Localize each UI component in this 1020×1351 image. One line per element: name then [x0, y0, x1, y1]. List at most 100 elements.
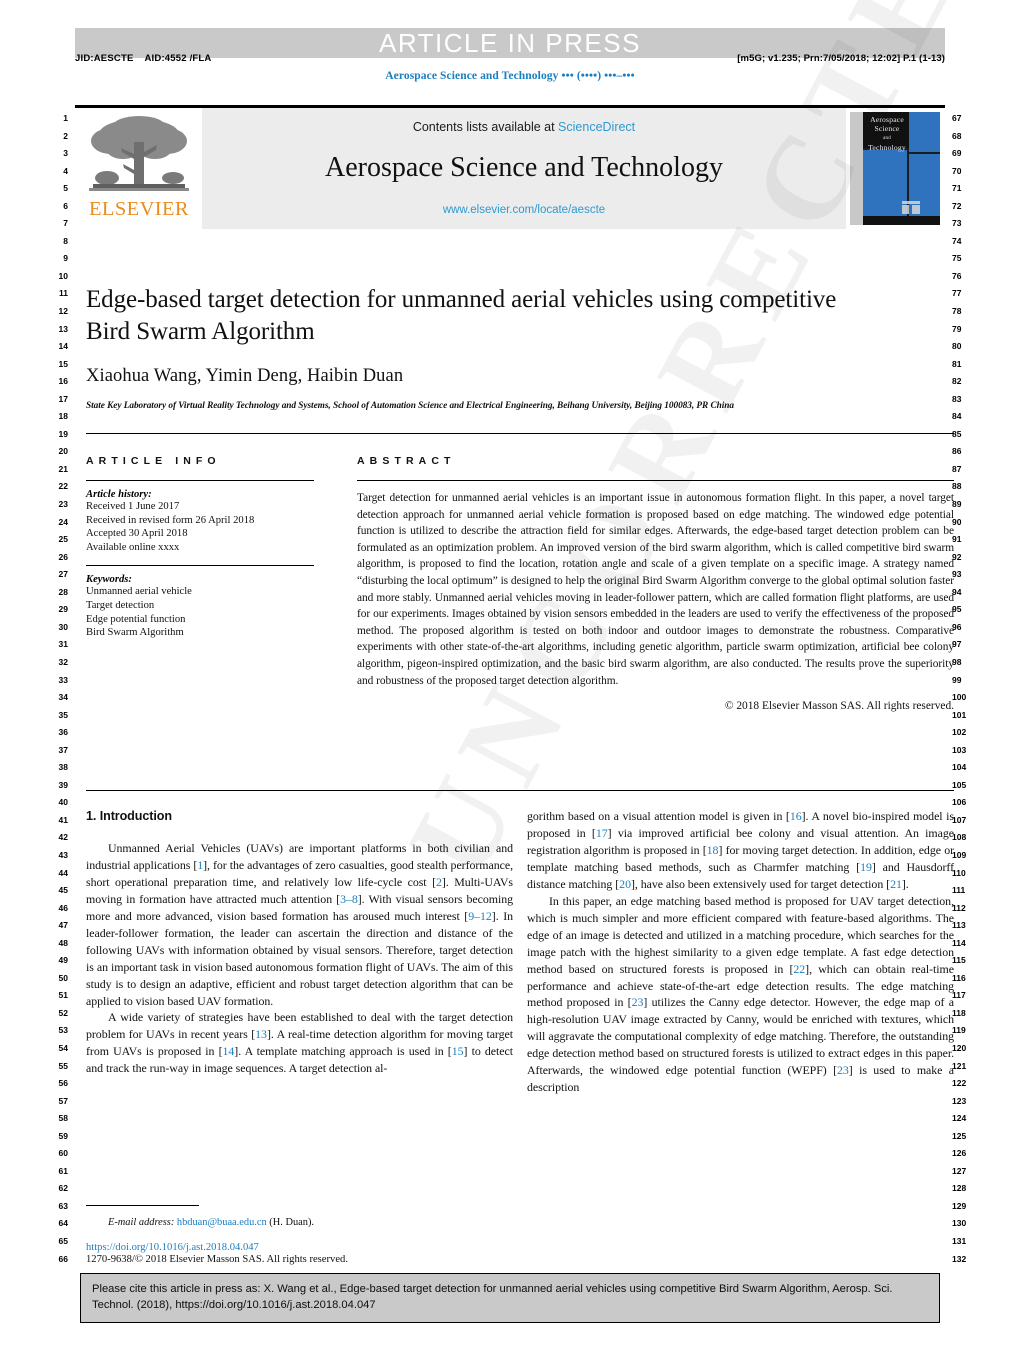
line-number: 112: [952, 902, 966, 913]
line-number: 46: [58, 902, 68, 913]
journal-homepage-link[interactable]: www.elsevier.com/locate/aescte: [202, 204, 846, 216]
line-number: 11: [59, 288, 68, 299]
elsevier-tree-icon: [87, 114, 191, 198]
line-number: 122: [952, 1078, 967, 1089]
print-stamp-label: [m5G; v1.235; Prn:7/05/2018; 12:02] P.1 …: [737, 53, 945, 64]
line-number: 10: [58, 270, 68, 281]
line-number: 127: [952, 1165, 967, 1176]
citation-reference[interactable]: 16: [790, 809, 802, 823]
line-number: 96: [952, 621, 962, 632]
affiliation: State Key Laboratory of Virtual Reality …: [86, 401, 734, 411]
line-numbers-left: 1 2 3 4 5 6 7 8 9 10 11 12 13 14 15 16 17 18 19 20 21 22 23 24 2…: [46, 110, 68, 1268]
abstract-column: ABSTRACT Target detection for unmanned a…: [357, 455, 954, 712]
line-number: 93: [952, 569, 962, 580]
line-number: 36: [58, 727, 68, 738]
cover-image: Aerospace Science and Technology: [850, 112, 940, 225]
citation-reference[interactable]: 22: [793, 962, 805, 976]
line-number: 99: [952, 674, 962, 685]
line-number: 39: [58, 779, 68, 790]
line-number: 55: [58, 1060, 68, 1071]
please-cite-box: Please cite this article in press as: X.…: [80, 1273, 940, 1323]
cover-black-strip: [863, 216, 940, 225]
line-number: 91: [952, 534, 962, 545]
line-number: 74: [952, 235, 962, 246]
citation-reference[interactable]: 19: [860, 860, 872, 874]
line-number: 131: [952, 1236, 967, 1246]
journal-title: Aerospace Science and Technology: [325, 152, 723, 183]
contents-prefix: Contents lists available at: [412, 120, 559, 134]
abstract-rule: [357, 480, 954, 481]
line-number: 18: [58, 411, 68, 422]
abstract-copyright: © 2018 Elsevier Masson SAS. All rights r…: [724, 700, 954, 713]
line-number: 105: [952, 779, 967, 790]
line-number: 53: [58, 1025, 68, 1036]
citation-reference[interactable]: 18: [707, 843, 719, 857]
cover-title-line-3: Technology: [868, 142, 906, 152]
line-number: 120: [952, 1042, 967, 1053]
history-item: Received 1 June 2017: [86, 501, 180, 512]
line-number: 70: [952, 165, 962, 176]
citation-reference[interactable]: 14: [222, 1044, 234, 1058]
line-number: 119: [952, 1025, 966, 1036]
line-number: 24: [58, 516, 68, 527]
line-number: 17: [58, 393, 68, 404]
line-number: 50: [58, 972, 68, 983]
paragraph: Unmanned Aerial Vehicles (UAVs) are impo…: [86, 840, 514, 1008]
keywords-label: Keywords:: [86, 574, 132, 586]
line-number: 75: [952, 253, 962, 264]
line-number: 101: [952, 709, 967, 720]
line-number: 65: [58, 1236, 68, 1246]
corresponding-email-line: E-mail address: hbduan@buaa.edu.cn (H. D…: [86, 1217, 513, 1228]
line-number: 64: [58, 1218, 68, 1229]
doi-link[interactable]: https://doi.org/10.1016/j.ast.2018.04.04…: [86, 1242, 513, 1253]
citation-reference[interactable]: 1: [197, 858, 203, 872]
line-number: 73: [952, 218, 962, 229]
line-number: 132: [952, 1253, 967, 1264]
line-number: 103: [952, 744, 967, 755]
citation-reference[interactable]: 23: [837, 1063, 849, 1077]
line-number: 4: [63, 165, 68, 176]
line-number: 23: [58, 499, 68, 510]
citation-reference[interactable]: 17: [596, 826, 608, 840]
masthead-center-panel: Contents lists available at ScienceDirec…: [202, 108, 846, 229]
line-number: 94: [952, 586, 962, 597]
issn-copyright-line: 1270-9638/© 2018 Elsevier Masson SAS. Al…: [86, 1254, 348, 1265]
line-number: 29: [58, 604, 68, 615]
line-number: 15: [58, 358, 68, 369]
line-number: 42: [58, 832, 68, 843]
line-number: 87: [952, 463, 962, 474]
line-number: 26: [58, 551, 68, 562]
line-number: 68: [952, 130, 962, 141]
author-list: Xiaohua Wang, Yimin Deng, Haibin Duan: [86, 366, 404, 386]
citation-reference[interactable]: 21: [890, 877, 902, 891]
line-number: 5: [63, 183, 68, 194]
line-number: 76: [952, 270, 962, 281]
article-info-rule: [86, 480, 314, 481]
citation-reference[interactable]: 2: [436, 875, 442, 889]
email-address-label: E-mail address:: [108, 1217, 175, 1228]
citation-reference[interactable]: 20: [619, 877, 631, 891]
jid-aid-label: JID:AESCTE AID:4552 /FLA: [75, 53, 212, 64]
line-number: 54: [58, 1042, 68, 1053]
line-number: 100: [952, 692, 967, 703]
line-number: 125: [952, 1130, 967, 1141]
abstract-heading: ABSTRACT: [357, 455, 456, 467]
article-info-column: ARTICLE INFO Article history: Received 1…: [86, 455, 314, 640]
citation-reference[interactable]: 13: [255, 1027, 267, 1041]
line-number: 126: [952, 1148, 967, 1159]
line-number: 90: [952, 516, 962, 527]
citation-reference[interactable]: 15: [452, 1044, 464, 1058]
citation-reference[interactable]: 23: [632, 995, 644, 1009]
sciencedirect-link[interactable]: ScienceDirect: [558, 120, 635, 134]
line-number: 8: [63, 235, 68, 246]
citation-reference[interactable]: 3–8: [340, 892, 358, 906]
line-number: 81: [952, 358, 962, 369]
elsevier-wordmark: ELSEVIER: [89, 198, 189, 220]
cover-title-text: Aerospace Science and Technology: [865, 115, 909, 152]
citation-reference[interactable]: 9–12: [468, 909, 492, 923]
line-number: 28: [58, 586, 68, 597]
email-link[interactable]: hbduan@buaa.edu.cn: [177, 1217, 267, 1228]
line-number: 86: [952, 446, 962, 457]
line-number: 128: [952, 1183, 967, 1194]
paper-page: ARTICLE IN PRESS JID:AESCTE AID:4552 /FL…: [0, 0, 1020, 1351]
